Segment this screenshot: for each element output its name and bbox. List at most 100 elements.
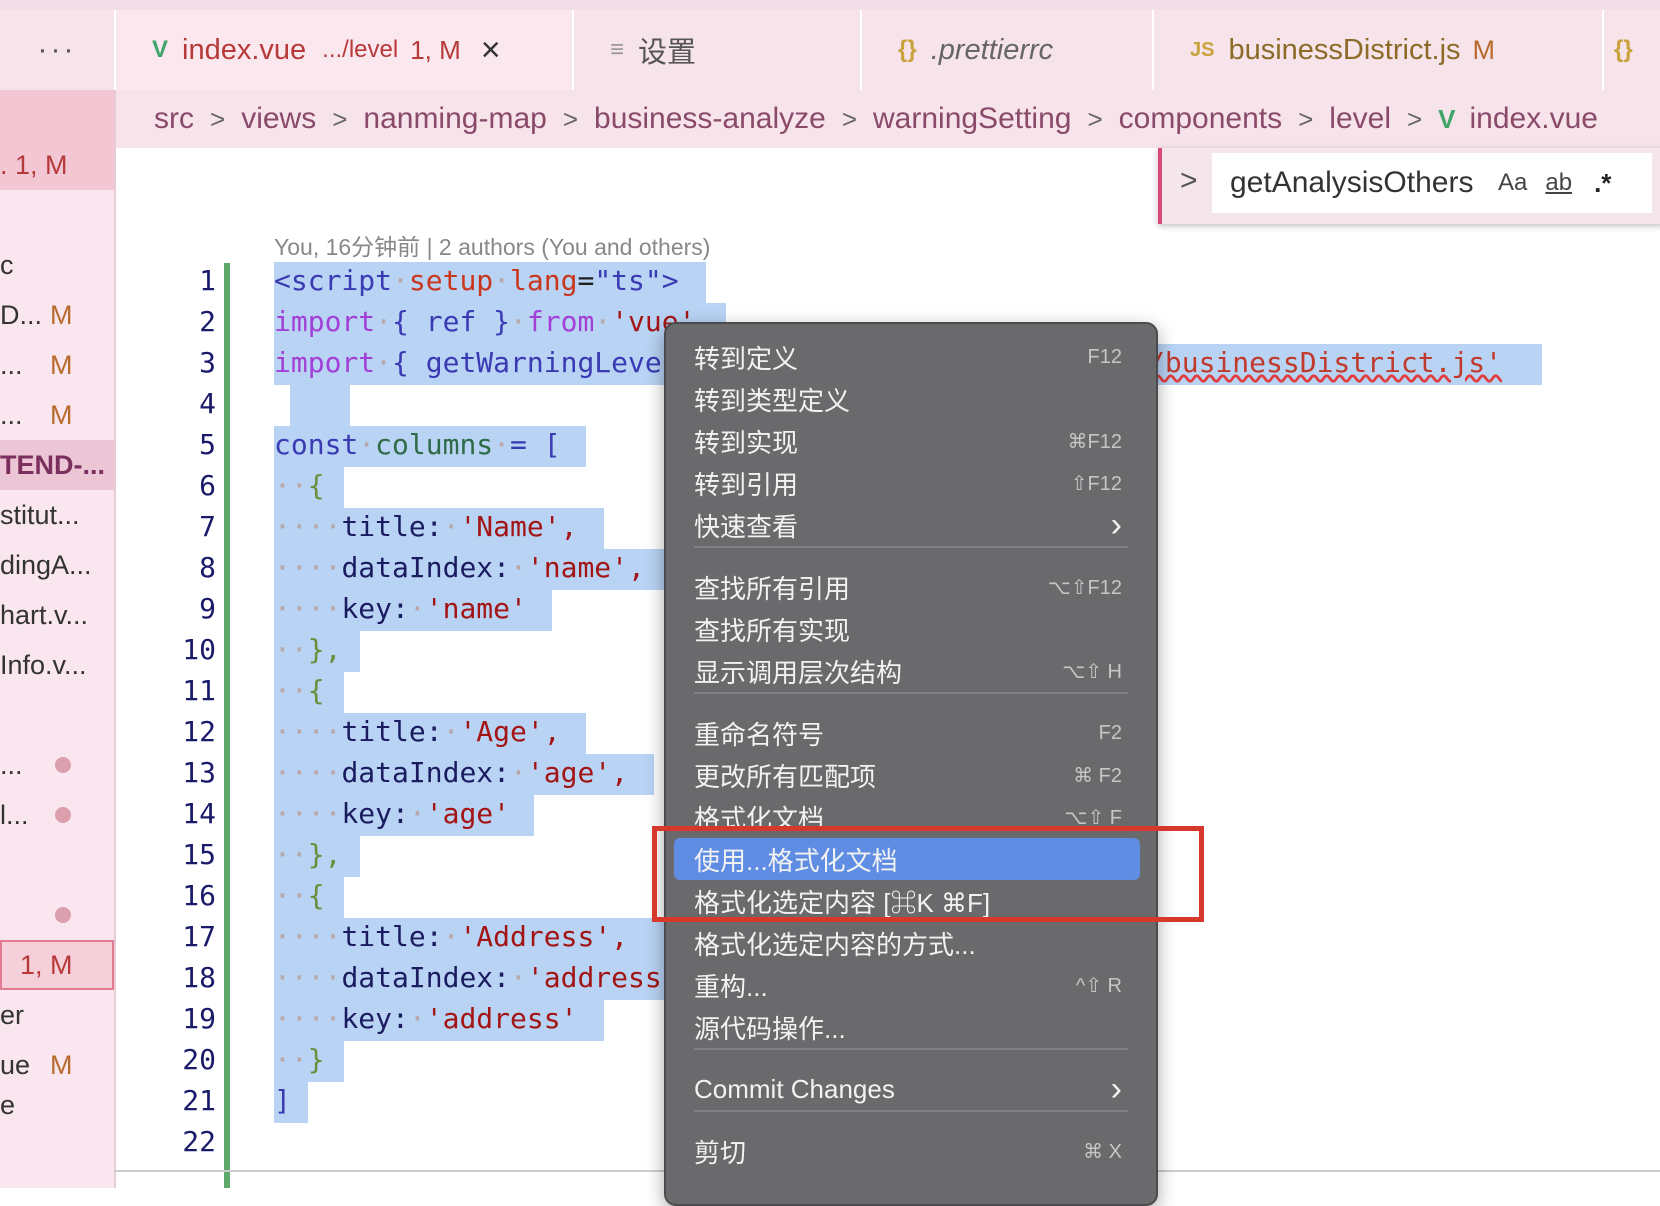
code-line-6[interactable]: ··{	[274, 469, 325, 502]
explorer-item[interactable]: l...	[0, 790, 114, 840]
explorer-item[interactable]: ... M	[0, 340, 114, 390]
menu-item-label: 转到实现	[694, 427, 799, 458]
match-case-icon[interactable]: Aa	[1498, 169, 1527, 197]
explorer-item[interactable]: dingA...	[0, 540, 114, 590]
code-line-18[interactable]: ····dataIndex:·'address	[274, 961, 662, 994]
code-line-1[interactable]: <script·setup·lang="ts">	[274, 264, 679, 297]
menu-shortcut: ^⇧ R	[1075, 974, 1122, 997]
code-token: key:	[341, 797, 409, 830]
code-line-5[interactable]: const·columns·= [	[274, 428, 561, 461]
line-number: 14	[182, 797, 216, 830]
close-icon[interactable]: ×	[481, 31, 501, 70]
context-menu: 转到定义 F12 转到类型定义转到实现 ⌘F12 转到引用 ⇧F12 快速查看 › 查找所有引用…	[664, 322, 1158, 1206]
menu-item[interactable]: 快速查看 ›	[674, 504, 1140, 546]
code-line-17[interactable]: ····title:·'Address',	[274, 920, 628, 953]
code-line-20[interactable]: ··}	[274, 1043, 325, 1076]
code-token: const	[274, 428, 359, 461]
code-line-11[interactable]: ··{	[274, 674, 325, 707]
menu-item[interactable]: Commit Changes ›	[674, 1068, 1140, 1110]
menu-shortcut: ⌥⇧F12	[1047, 576, 1122, 599]
code-line-9[interactable]: ····key:·'name'	[274, 592, 527, 625]
breadcrumb-item[interactable]: level	[1329, 102, 1391, 136]
explorer-item[interactable]: TEND-...	[0, 440, 114, 490]
menu-item[interactable]: 显示调用层次结构 ⌥⇧ H	[674, 650, 1140, 692]
breadcrumb-item[interactable]: nanming-map	[363, 102, 546, 136]
menu-item[interactable]: 重构... ^⇧ R	[674, 964, 1140, 1006]
code-line-15[interactable]: ··},	[274, 838, 341, 871]
code-line-10[interactable]: ··},	[274, 633, 341, 666]
code-line-14[interactable]: ····key:·'age'	[274, 797, 510, 830]
explorer-item[interactable]: ... M	[0, 390, 114, 440]
code-line-21[interactable]: ]	[274, 1084, 291, 1117]
explorer-item[interactable]: . 1, M	[0, 140, 114, 190]
code-line-19[interactable]: ····key:·'address'	[274, 1002, 577, 1035]
tab-partial[interactable]: {}	[1604, 10, 1660, 90]
breadcrumb-item[interactable]: src	[154, 102, 194, 136]
menu-item[interactable]: 重命名符号 F2	[674, 712, 1140, 754]
code-token: import	[274, 305, 376, 338]
find-input[interactable]: getAnalysisOthers Aa ab .*	[1212, 153, 1652, 213]
more-icon: ···	[37, 33, 77, 66]
explorer-item[interactable]: Info.v...	[0, 640, 114, 690]
json-file-icon: {}	[1614, 36, 1633, 63]
code-token: },	[307, 838, 342, 871]
explorer-item[interactable]	[0, 890, 114, 940]
code-line-3[interactable]: import·{ getWarningLeve	[274, 346, 662, 379]
code-token: },	[307, 633, 342, 666]
code-line-3-tail[interactable]: /businessDistrict.js'	[1148, 346, 1502, 379]
menu-item[interactable]: 转到引用 ⇧F12	[674, 462, 1140, 504]
explorer-item[interactable]: D... M	[0, 290, 114, 340]
tab-prettierrc[interactable]: {} .prettierrc	[862, 10, 1154, 90]
code-token: title:	[341, 920, 443, 953]
explorer-item[interactable]: c	[0, 240, 114, 290]
chevron-right-icon[interactable]: >	[1180, 164, 1198, 198]
selection	[290, 385, 350, 426]
menu-item[interactable]: 查找所有实现	[674, 608, 1140, 650]
line-number: 8	[199, 551, 216, 584]
explorer-item[interactable]: e	[0, 1080, 114, 1130]
breadcrumb-item[interactable]: components	[1119, 102, 1282, 136]
breadcrumb-item[interactable]: views	[241, 102, 316, 136]
tab-business-district[interactable]: JS businessDistrict.js M	[1154, 10, 1604, 90]
menu-shortcut: ⌘ X	[1083, 1140, 1122, 1163]
code-line-7[interactable]: ····title:·'Name',	[274, 510, 577, 543]
menu-item[interactable]: 格式化选定内容的方式...	[674, 922, 1140, 964]
menu-item[interactable]: 源代码操作...	[674, 1006, 1140, 1048]
menu-item[interactable]: 剪切 ⌘ X	[674, 1130, 1140, 1172]
explorer-item[interactable]: hart.v...	[0, 590, 114, 640]
explorer-item[interactable]: 1, M	[0, 940, 114, 990]
match-word-icon[interactable]: ab	[1545, 169, 1572, 197]
line-number: 10	[182, 633, 216, 666]
breadcrumb-item[interactable]: index.vue	[1470, 102, 1598, 136]
tab-settings[interactable]: ≡ 设置	[574, 10, 862, 90]
line-number: 12	[182, 715, 216, 748]
tab-index-vue[interactable]: V index.vue .../level 1, M ×	[116, 10, 574, 90]
breadcrumb-item[interactable]: business-analyze	[594, 102, 826, 136]
untracked-dot-icon	[55, 907, 71, 923]
menu-shortcut: ⌘F12	[1067, 430, 1122, 453]
menu-item[interactable]: 转到实现 ⌘F12	[674, 420, 1140, 462]
chevron-right-icon: >	[1406, 103, 1423, 134]
regex-icon[interactable]: .*	[1594, 168, 1611, 199]
code-line-12[interactable]: ····title:·'Age',	[274, 715, 561, 748]
code-line-8[interactable]: ····dataIndex:·'name',	[274, 551, 645, 584]
line-number: 20	[182, 1043, 216, 1076]
menu-shortcut: ⇧F12	[1070, 472, 1122, 495]
menu-item[interactable]: 更改所有匹配项 ⌘ F2	[674, 754, 1140, 796]
menu-item[interactable]: 转到定义 F12	[674, 336, 1140, 378]
breadcrumb-item[interactable]: warningSetting	[873, 102, 1071, 136]
menu-separator	[694, 1048, 1128, 1050]
find-input-value: getAnalysisOthers	[1230, 166, 1474, 199]
code-line-16[interactable]: ··{	[274, 879, 325, 912]
more-actions-button[interactable]: ···	[0, 10, 116, 90]
explorer-item[interactable]: er	[0, 990, 114, 1040]
menu-item[interactable]: 查找所有引用 ⌥⇧F12	[674, 566, 1140, 608]
code-line-13[interactable]: ····dataIndex:·'age',	[274, 756, 628, 789]
code-line-2[interactable]: import·{ ref }·from·'vue'	[274, 305, 695, 338]
explorer-item[interactable]: stitut...	[0, 490, 114, 540]
explorer-item-label: 1, M	[20, 949, 73, 980]
line-number: 16	[182, 879, 216, 912]
menu-item[interactable]: 转到类型定义	[674, 378, 1140, 420]
explorer-item[interactable]: ...	[0, 740, 114, 790]
explorer-item[interactable]	[0, 90, 114, 140]
